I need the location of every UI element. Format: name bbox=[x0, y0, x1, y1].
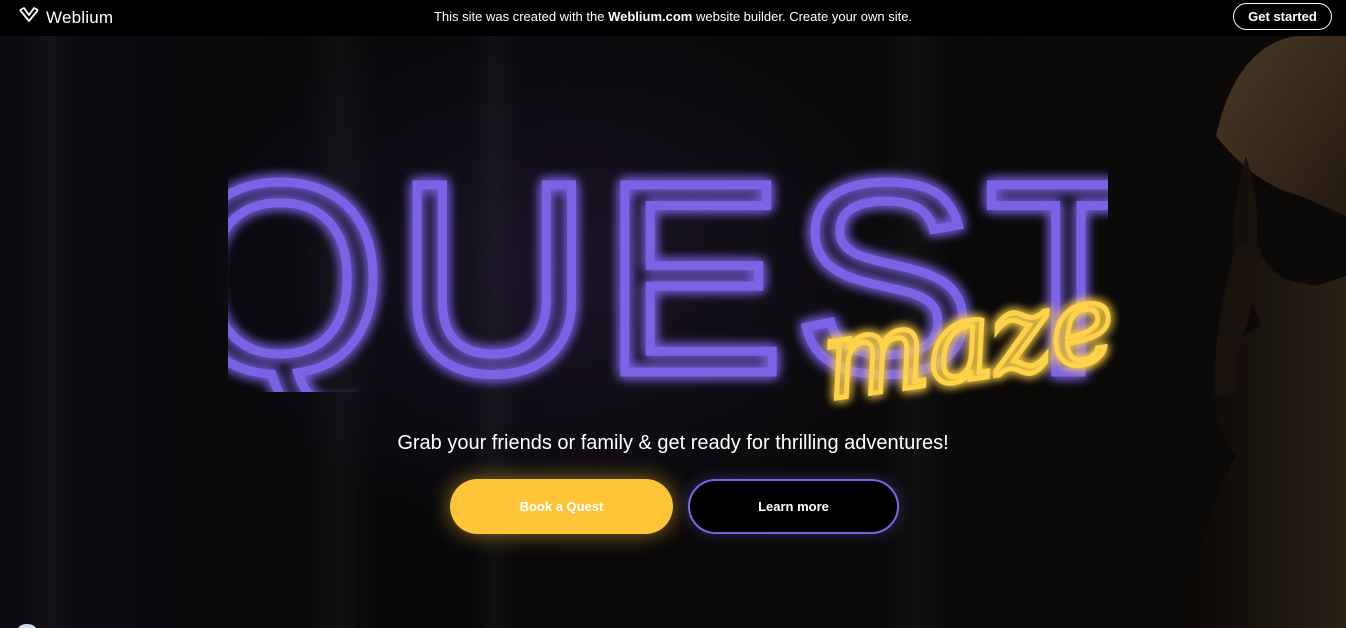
maze-word: maze bbox=[815, 261, 1123, 411]
notice-prefix: This site was created with the bbox=[433, 9, 609, 24]
notice-suffix: website builder. Create your own site. bbox=[692, 9, 913, 24]
weblium-top-bar: Weblium This site was created with the W… bbox=[0, 0, 1346, 36]
book-quest-button[interactable]: Book a Quest bbox=[450, 479, 673, 534]
curtain-fold bbox=[20, 36, 80, 628]
builder-notice: This site was created with the Weblium.c… bbox=[0, 9, 1346, 24]
hero-section: QUEST maze Grab your friends or family &… bbox=[0, 36, 1346, 628]
hero-tagline: Grab your friends or family & get ready … bbox=[397, 432, 949, 454]
learn-more-button[interactable]: Learn more bbox=[688, 479, 899, 534]
notice-brand-link[interactable]: Weblium.com bbox=[608, 9, 692, 24]
maze-neon-script: maze bbox=[812, 261, 1125, 411]
get-started-button[interactable]: Get started bbox=[1233, 3, 1332, 30]
